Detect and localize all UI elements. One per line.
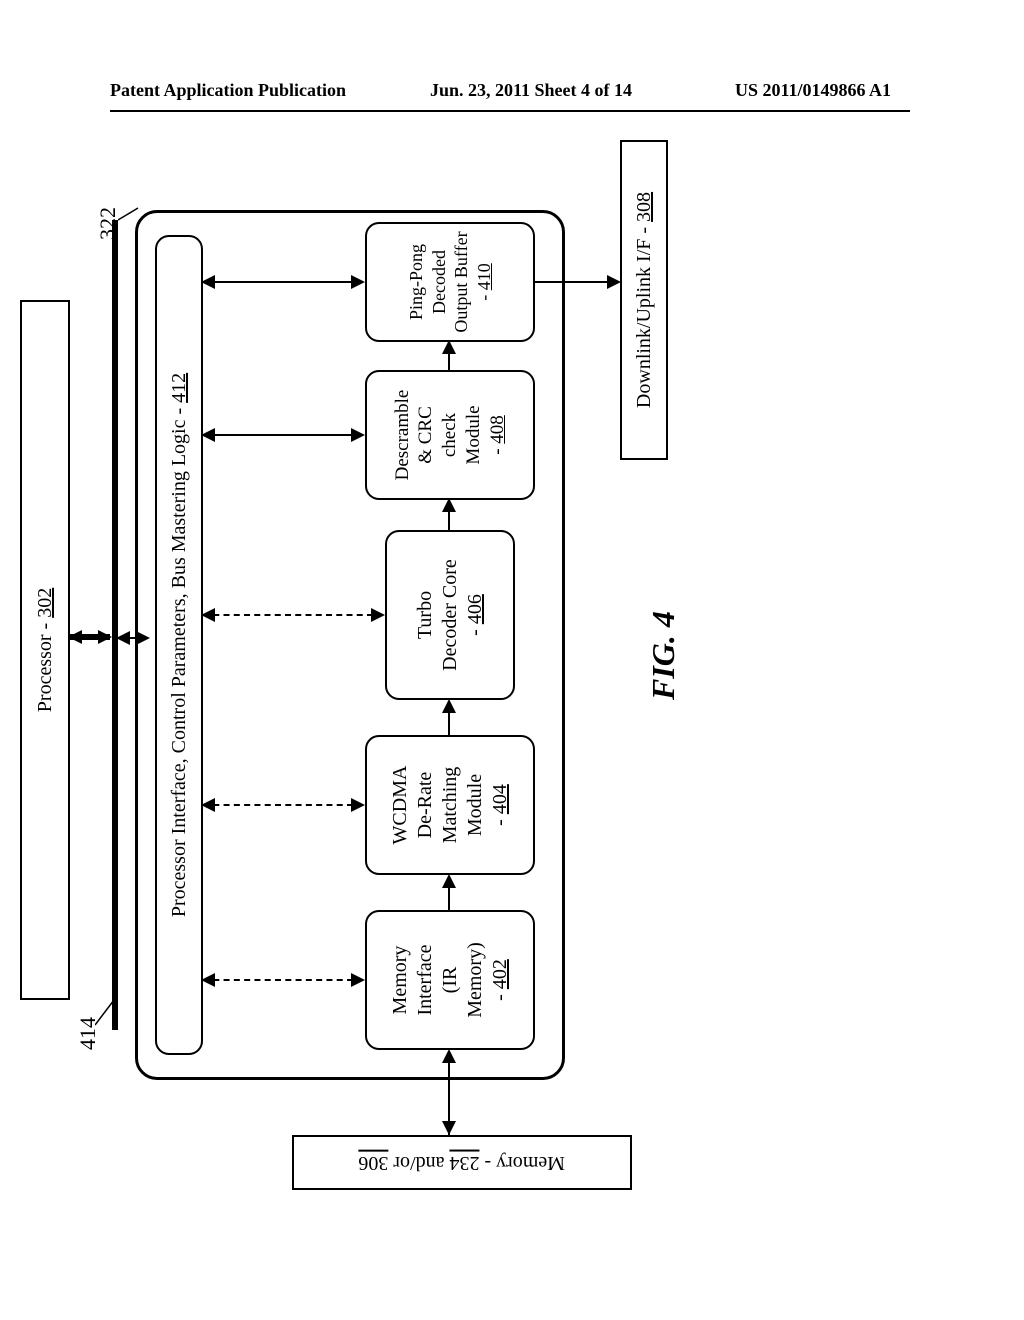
- ahr4: [442, 340, 456, 354]
- descramble-block: Descramble & CRC check Module - 408: [365, 370, 535, 500]
- leader-322: [118, 200, 143, 230]
- figure-label: FIG. 4: [645, 611, 682, 700]
- solid-410: [203, 281, 353, 283]
- page-header: Patent Application Publication Jun. 23, …: [0, 80, 1024, 110]
- arrowhead-up2-icon: [116, 631, 130, 645]
- ah5: [201, 608, 215, 622]
- ahr5: [442, 1049, 456, 1063]
- turbo-block: Turbo Decoder Core - 406: [385, 530, 515, 700]
- ahr1: [442, 874, 456, 888]
- ah2: [351, 973, 365, 987]
- arrowhead-up-icon: [68, 630, 82, 644]
- piflogic-block: Processor Interface, Control Parameters,…: [155, 235, 203, 1055]
- ahr3: [442, 498, 456, 512]
- ahr2: [442, 699, 456, 713]
- dluplink-ref: 308: [633, 192, 655, 222]
- ah9: [201, 275, 215, 289]
- wcdma-block: WCDMA De-Rate Matching Module - 404: [365, 735, 535, 875]
- pingpong-block: Ping-Pong Decoded Output Buffer - 410: [365, 222, 535, 342]
- dash-404: [203, 804, 353, 806]
- header-left: Patent Application Publication: [110, 80, 346, 101]
- processor-text: Processor -: [34, 618, 56, 712]
- arrowhead-down-icon: [98, 630, 112, 644]
- dash-406: [203, 614, 373, 616]
- ah3: [201, 798, 215, 812]
- ahl1: [442, 1121, 456, 1135]
- solid-408: [203, 434, 353, 436]
- dluplink-text: Downlink/Uplink I/F -: [633, 222, 655, 408]
- header-right: US 2011/0149866 A1: [735, 80, 891, 101]
- memory-block: Memory - 234 and/or 306: [292, 1135, 632, 1190]
- ah7: [201, 428, 215, 442]
- ah4: [351, 798, 365, 812]
- arrow-410-dul: [535, 281, 615, 283]
- memiface-block: Memory Interface (IR Memory) - 402: [365, 910, 535, 1050]
- bus-line: [112, 220, 118, 1030]
- leader-414: [95, 995, 120, 1035]
- ah1: [201, 973, 215, 987]
- piflogic-ref: 412: [168, 373, 190, 403]
- diagram: Processor - 302 414 322 Processor Interf…: [40, 280, 1024, 1180]
- piflogic-text: Processor Interface, Control Parameters,…: [168, 403, 190, 917]
- ah6: [371, 608, 385, 622]
- arrowhead-down2-icon: [136, 631, 150, 645]
- header-center: Jun. 23, 2011 Sheet 4 of 14: [430, 80, 632, 101]
- header-rule: [110, 110, 910, 112]
- processor-block: Processor - 302: [20, 300, 70, 1000]
- dluplink-block: Downlink/Uplink I/F - 308: [620, 140, 668, 460]
- ah8: [351, 428, 365, 442]
- ahd-last: [607, 275, 621, 289]
- dash-402: [203, 979, 353, 981]
- processor-ref: 302: [34, 588, 56, 618]
- ah10: [351, 275, 365, 289]
